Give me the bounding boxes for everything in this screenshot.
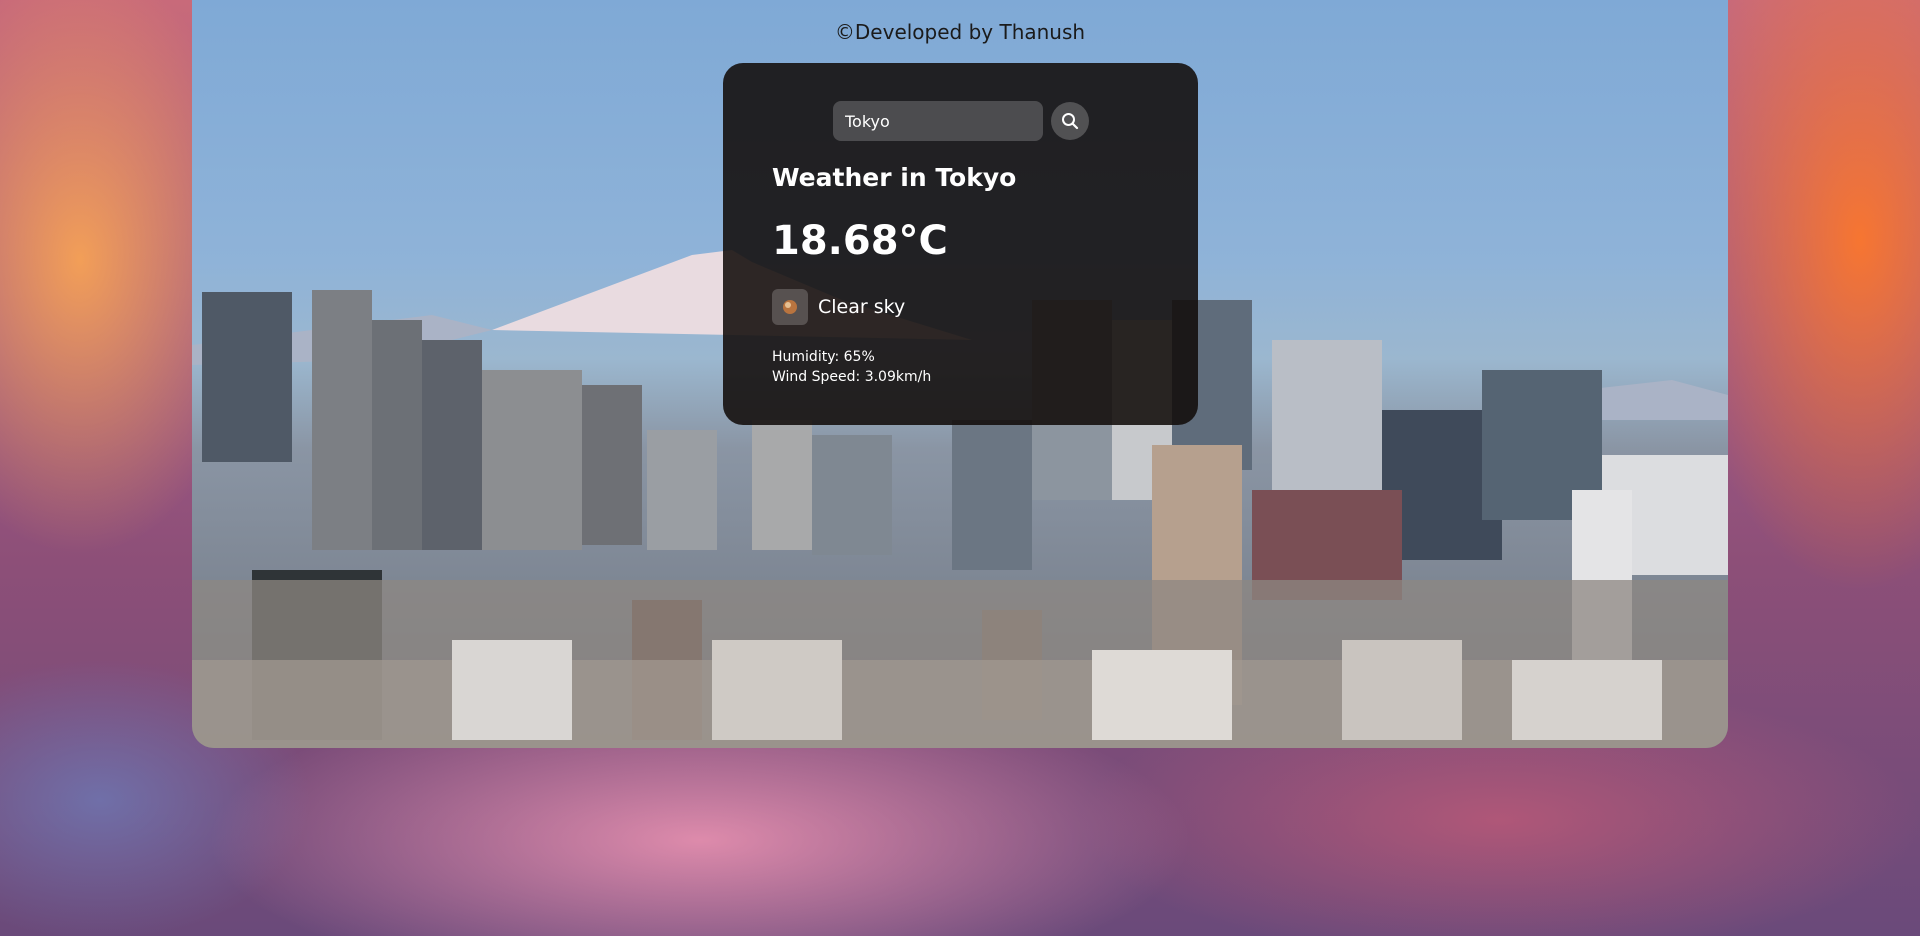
weather-description: Clear sky — [818, 296, 906, 318]
weather-card: Weather in Tokyo 18.68°C Clear sky Humid… — [723, 63, 1198, 425]
search-input[interactable] — [833, 101, 1043, 141]
humidity-text: Humidity: 65% — [772, 349, 875, 365]
temperature-value: 18.68°C — [772, 218, 948, 264]
developer-credit: ©Developed by Thanush — [834, 20, 1086, 44]
weather-city-title: Weather in Tokyo — [772, 163, 1017, 192]
search-bar — [833, 101, 1089, 141]
wind-speed-text: Wind Speed: 3.09km/h — [772, 369, 932, 385]
search-button[interactable] — [1051, 102, 1089, 140]
weather-condition: Clear sky — [772, 289, 905, 325]
clear-sky-icon — [772, 289, 808, 325]
search-icon — [1062, 113, 1079, 130]
